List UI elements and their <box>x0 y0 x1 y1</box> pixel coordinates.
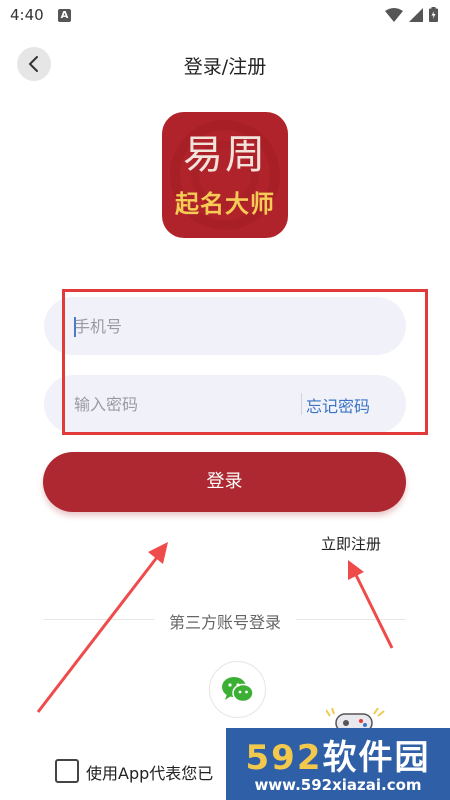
third-party-title: 第三方账号登录 <box>168 613 281 632</box>
page-title: 登录/注册 <box>183 56 267 78</box>
status-indicators <box>385 7 438 22</box>
password-field[interactable]: 忘记密码 <box>44 375 406 433</box>
phone-input[interactable] <box>74 297 374 355</box>
watermark-url: www.592xiazai.com <box>254 776 422 794</box>
phone-field[interactable] <box>44 297 406 355</box>
signal-icon <box>409 7 423 22</box>
watermark-text: 软件园 <box>322 738 431 778</box>
field-divider <box>301 393 302 415</box>
arrow-to-register <box>348 560 394 649</box>
password-input[interactable] <box>74 375 284 433</box>
status-bar: 4:40 A <box>0 0 450 32</box>
agreement-text: 使用App代表您已 <box>86 764 214 783</box>
agreement-checkbox[interactable] <box>55 759 79 783</box>
watermark-number: 592 <box>245 738 323 778</box>
app-logo: 易周 起名大师 <box>162 112 288 238</box>
wechat-icon <box>221 676 254 702</box>
watermark-brand: 592软件园 <box>226 730 450 779</box>
forgot-password-link[interactable]: 忘记密码 <box>306 393 370 417</box>
text-cursor <box>74 317 76 337</box>
wifi-icon <box>385 7 403 22</box>
login-button[interactable]: 登录 <box>43 452 406 512</box>
logo-top-text: 易周 <box>183 132 267 178</box>
register-link[interactable]: 立即注册 <box>321 533 381 554</box>
watermark-banner: 592软件园 www.592xiazai.com <box>226 728 450 800</box>
notification-icon: A <box>58 9 71 22</box>
status-time: 4:40 <box>10 6 44 24</box>
logo-bottom-text: 起名大师 <box>175 190 275 218</box>
battery-icon <box>429 7 438 22</box>
wechat-login-button[interactable] <box>209 661 266 718</box>
